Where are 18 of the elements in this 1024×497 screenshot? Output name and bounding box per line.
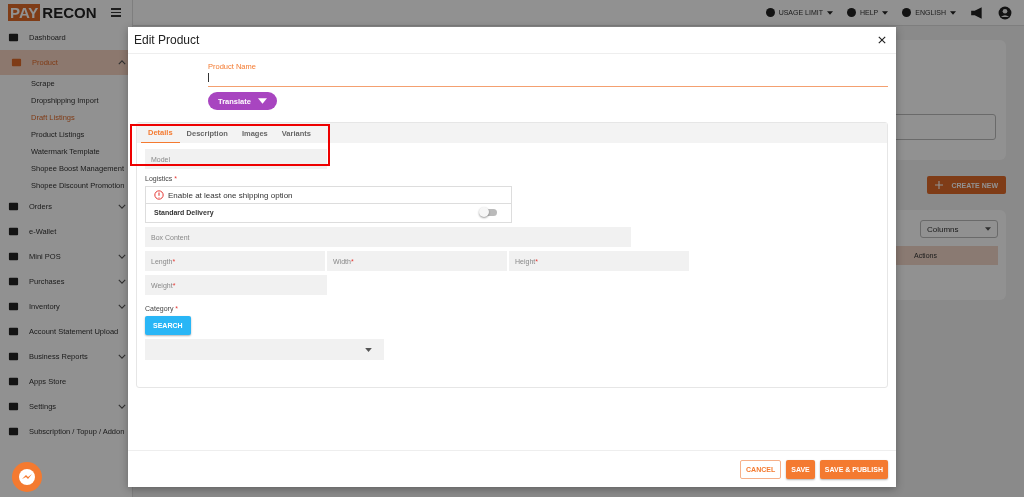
menu-icon[interactable]	[111, 8, 121, 17]
columns-select[interactable]: Columns	[920, 220, 998, 238]
alert-icon	[154, 190, 164, 200]
alert-message: Enable at least one shipping option	[168, 190, 293, 200]
caret-icon	[985, 227, 991, 231]
columns-label: Columns	[927, 224, 959, 234]
close-icon[interactable]	[878, 36, 886, 44]
dropdown-caret-icon	[365, 347, 372, 352]
plus-icon	[935, 181, 944, 189]
caret-icon	[950, 10, 956, 15]
caret-icon	[257, 98, 267, 104]
account-icon[interactable]	[998, 5, 1012, 20]
dialog-title: Edit Product	[134, 33, 200, 47]
logo: PAY RECON	[7, 3, 98, 23]
caret-icon	[882, 10, 889, 15]
megaphone-icon[interactable]	[970, 5, 984, 20]
toggle-switch[interactable]	[481, 209, 497, 216]
caret-icon	[826, 10, 833, 15]
